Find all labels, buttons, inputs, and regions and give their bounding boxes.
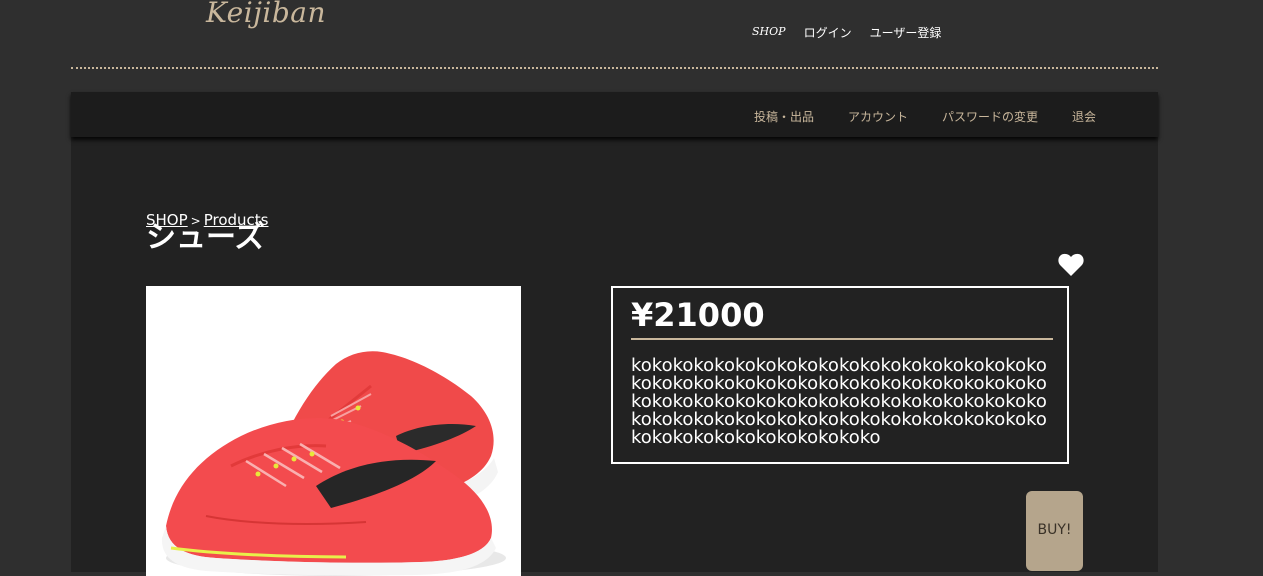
price-underline xyxy=(631,338,1053,340)
nav-login-link[interactable]: ログイン xyxy=(804,24,852,41)
main-panel: 投稿・出品 アカウント パスワードの変更 退会 SHOP > Products シュ… xyxy=(71,92,1158,576)
buy-button-label: BUY! xyxy=(1037,522,1072,538)
sub-nav-items: 投稿・出品 アカウント パスワードの変更 退会 xyxy=(754,108,1096,125)
product-image xyxy=(146,286,521,576)
buy-button[interactable]: BUY! xyxy=(1026,491,1083,571)
site-logo[interactable]: Keijiban xyxy=(206,0,326,29)
product-title: シューズ xyxy=(146,220,265,255)
heart-icon[interactable] xyxy=(1058,253,1084,277)
sub-nav: 投稿・出品 アカウント パスワードの変更 退会 xyxy=(71,92,1158,137)
header-divider xyxy=(71,67,1158,69)
product-info-box: ¥21000 kokokokokokokokokokokokokokokokok… xyxy=(611,286,1069,464)
subnav-withdraw[interactable]: 退会 xyxy=(1072,108,1096,125)
subnav-account[interactable]: アカウント xyxy=(848,108,908,125)
product-price: ¥21000 xyxy=(631,296,765,334)
site-header: Keijiban SHOP ログイン ユーザー登録 xyxy=(0,0,1263,70)
top-nav: SHOP ログイン ユーザー登録 xyxy=(752,24,941,41)
nav-shop-link[interactable]: SHOP xyxy=(752,24,786,41)
subnav-post-item[interactable]: 投稿・出品 xyxy=(754,108,814,125)
nav-register-link[interactable]: ユーザー登録 xyxy=(870,24,942,41)
subnav-password-change[interactable]: パスワードの変更 xyxy=(942,108,1038,125)
product-description: kokokokokokokokokokokokokokokokokokokoko… xyxy=(631,355,1047,448)
shoe-illustration xyxy=(161,351,506,576)
